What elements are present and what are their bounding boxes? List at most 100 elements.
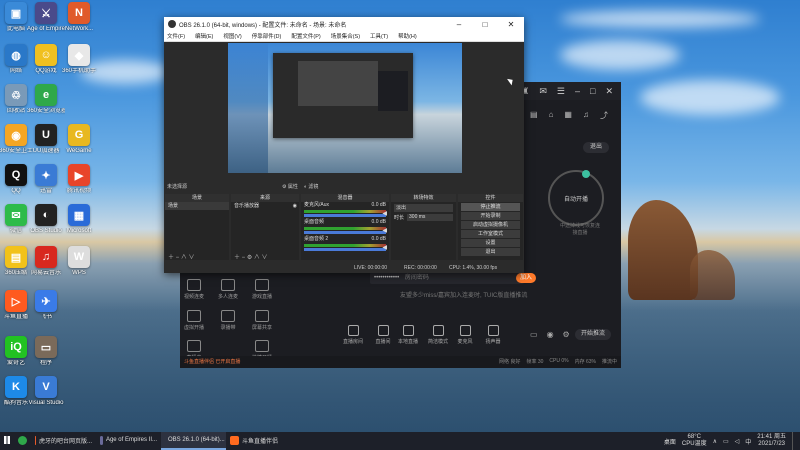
taskbar-window-button[interactable]: Age of Empires II... — [96, 432, 161, 450]
calendar-icon[interactable]: ▦ — [564, 110, 572, 121]
maximize-icon[interactable]: □ — [590, 86, 595, 96]
start-button[interactable] — [0, 432, 14, 450]
menu-item[interactable]: 工具(T) — [370, 32, 388, 40]
mode-tile[interactable]: 录播带 — [216, 310, 240, 331]
obs-preview[interactable] — [228, 43, 462, 173]
taskbar-window-button[interactable]: 斗鱼直播伴侣 — [226, 432, 291, 450]
volume-slider[interactable]: ◀ — [304, 211, 387, 217]
mode-tile[interactable]: 虚拟开播 — [182, 310, 206, 331]
desktop-icon[interactable]: e 360安全浏览器 — [27, 84, 65, 115]
maximize-icon[interactable]: □ — [472, 20, 498, 29]
auto-start-ring[interactable]: 自动开播 — [548, 170, 604, 226]
mode-tile[interactable]: 屏幕共享 — [250, 310, 274, 331]
source-item[interactable]: 音乐播放器 ◉ — [231, 202, 299, 210]
toolbar-item[interactable]: 简洁模式 — [425, 325, 451, 345]
toolbar-item[interactable]: 麦克风 — [452, 325, 478, 345]
app-icon: ◉ — [5, 124, 27, 146]
store-icon[interactable]: ▤ — [530, 110, 538, 121]
duration-field[interactable]: 300 ms — [407, 214, 453, 221]
control-button[interactable]: 启动虚拟摄像机 — [461, 221, 520, 229]
chat-icon[interactable]: ✉ — [539, 86, 547, 97]
control-button[interactable]: 工作室模式 — [461, 230, 520, 238]
desktop-icon[interactable]: G WeGame — [60, 124, 98, 155]
app-icon: N — [68, 2, 90, 24]
taskbar-windows: 虎牙的吧台网页版... Age of Empires II... OBS 26.1.… — [31, 432, 291, 450]
control-button[interactable]: 设置 — [461, 239, 520, 247]
ime-icon[interactable]: 中 — [745, 437, 751, 446]
mode-tile[interactable]: 多人连麦 — [216, 279, 240, 300]
desktop-icon[interactable]: ▶ 腾讯视频 — [60, 164, 98, 195]
desktop-icon[interactable]: ◆ 360手机助手 — [60, 44, 98, 75]
lock-icon[interactable]: ⌂ — [549, 110, 554, 121]
menu-item[interactable]: 场景集合(S) — [331, 32, 360, 40]
bell-icon[interactable]: ♫ — [583, 110, 589, 121]
volume-icon[interactable]: ◁ — [735, 438, 740, 445]
clock-date: 2021/7/23 — [758, 441, 785, 447]
volume-slider[interactable]: ◀ — [304, 245, 387, 251]
eye-icon[interactable]: ◉ — [293, 202, 299, 210]
desktop-icon[interactable]: ▭ 程序 — [27, 336, 65, 367]
camera-icon[interactable]: ▭ — [530, 330, 538, 339]
chevron-up-icon[interactable]: ∧ — [713, 438, 717, 445]
minimize-icon[interactable]: – — [446, 20, 472, 29]
show-desktop-button[interactable] — [792, 432, 796, 450]
menu-item[interactable]: 文件(F) — [167, 32, 185, 40]
status-item: CPU 0% — [549, 358, 569, 364]
close-icon[interactable]: ✕ — [605, 86, 613, 97]
menu-item[interactable]: 视图(V) — [223, 32, 241, 40]
menu-item[interactable]: 停靠部件(D) — [252, 32, 282, 40]
app-icon: K — [5, 376, 27, 398]
source-item-label: 音乐播放器 — [234, 203, 260, 209]
filters-button[interactable]: ◐ 滤镜 — [304, 183, 318, 190]
volume-slider[interactable]: ◀ — [304, 228, 387, 234]
mixer-dock: 混音器 麦克风/Aux 0.0 dB ◀ 桌面音频 0.0 dB ◀ 桌面音频 2 0.0 d… — [301, 194, 389, 260]
control-button[interactable]: 开始录制 — [461, 212, 520, 220]
network-icon[interactable]: ▭ — [723, 438, 729, 445]
taskbar-window-button[interactable]: 虎牙的吧台网页版... — [31, 432, 96, 450]
obs-menubar: 文件(F) 编辑(E) 视图(V) 停靠部件(D) 配置文件(P) 场景集合(S) 工具(T… — [164, 31, 524, 42]
tray-desktop-label[interactable]: 桌面 — [664, 437, 676, 446]
transition-select[interactable]: 淡出 — [394, 204, 453, 212]
close-icon[interactable]: ✕ — [498, 20, 524, 29]
menu-item[interactable]: 编辑(E) — [195, 32, 213, 40]
desktop-icon[interactable]: N NetWork... — [60, 2, 98, 33]
desktop-icon[interactable]: V Visual Studio — [27, 376, 65, 407]
settings-icon[interactable]: ⚙ — [563, 330, 570, 339]
mixer-channel-name: 麦克风/Aux — [304, 202, 330, 208]
taskbar-window-button[interactable]: OBS 26.1.0 (64-bit)... — [161, 432, 226, 450]
tile-label: 多人连麦 — [217, 294, 238, 300]
speaker-icon[interactable]: ◀ — [382, 244, 387, 251]
sources-header: 来源 — [231, 194, 299, 202]
desktop-icon[interactable]: W WPS — [60, 246, 98, 277]
toolbar-item[interactable]: 直播房间 — [340, 325, 366, 345]
scene-item[interactable]: 场景 — [165, 202, 229, 210]
room-password-field[interactable]: •••••••••••• 房间密码 — [370, 272, 524, 284]
desktop-icon-label: 程序 — [39, 360, 52, 366]
exit-button[interactable]: 退出 — [583, 142, 609, 153]
minimize-icon[interactable]: – — [575, 86, 580, 96]
speaker-icon[interactable]: ◀ — [382, 227, 387, 234]
control-button[interactable]: 停止推流 — [461, 203, 520, 211]
toolbar-item[interactable]: 本地直播 — [395, 325, 421, 345]
clock[interactable]: 21:41 周五 2021/7/23 — [757, 434, 786, 448]
menu-item[interactable]: 配置文件(P) — [291, 32, 320, 40]
toolbar-item[interactable]: 直播间 — [370, 325, 396, 345]
properties-button[interactable]: ⚙ 属性 — [282, 183, 298, 190]
cpu-temp[interactable]: 68°C CPU温度 — [682, 434, 707, 448]
share-icon[interactable]: ⤴ — [600, 110, 608, 121]
desktop-icon[interactable]: ✈ 飞书 — [27, 290, 65, 321]
toolbar-item[interactable]: 扬声器 — [480, 325, 506, 345]
browser-pin[interactable] — [14, 432, 31, 450]
tool-label: 麦克风 — [457, 339, 473, 345]
mode-tile[interactable]: 游戏直播 — [250, 279, 274, 300]
eye-icon[interactable]: ◉ — [547, 330, 554, 339]
menu-item[interactable]: 帮助(H) — [398, 32, 417, 40]
speaker-icon[interactable]: ◀ — [382, 210, 387, 217]
mode-tile[interactable]: 视频连麦 — [182, 279, 206, 300]
obs-window[interactable]: OBS 26.1.0 (64-bit, windows) - 配置文件: 未命名… — [164, 17, 524, 273]
menu-icon[interactable]: ☰ — [557, 86, 565, 97]
join-button[interactable]: 加入 — [516, 273, 536, 283]
start-stream-button[interactable]: 开始推流 — [575, 329, 611, 340]
desktop-icon[interactable]: ▦ Microsoft — [60, 204, 98, 235]
control-button[interactable]: 退出 — [461, 248, 520, 256]
